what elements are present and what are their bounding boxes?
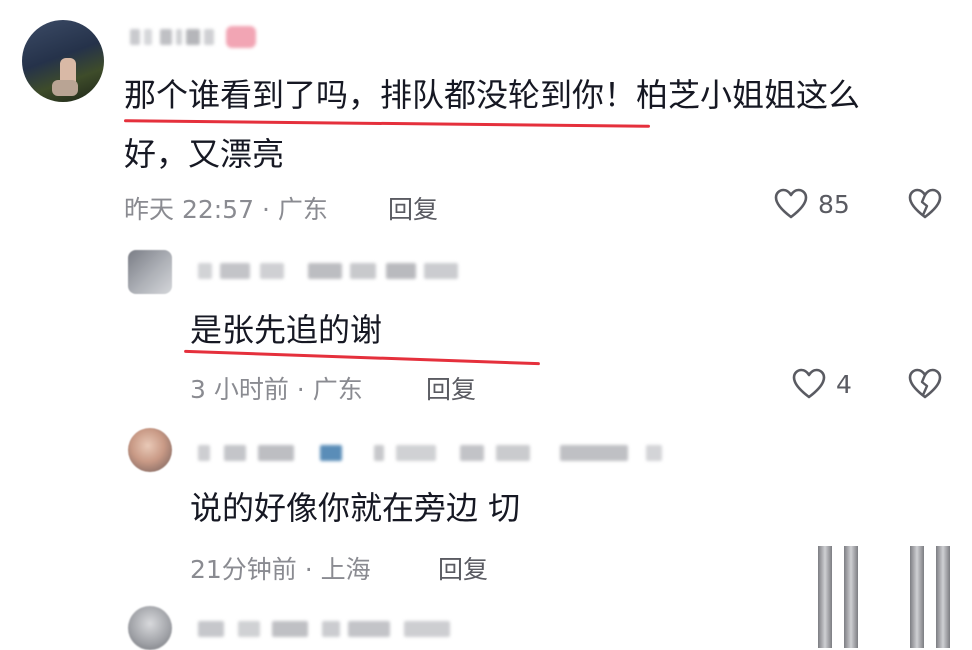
avatar[interactable] <box>22 20 104 102</box>
broken-heart-icon[interactable] <box>908 188 942 220</box>
broken-heart-icon[interactable] <box>908 368 942 400</box>
username-blurred[interactable] <box>130 26 260 48</box>
reply-button[interactable]: 回复 <box>388 190 438 226</box>
avatar[interactable] <box>128 606 172 650</box>
comment-text: 是张先追的谢 <box>190 311 383 349</box>
reply-button[interactable]: 回复 <box>426 370 476 406</box>
heart-icon[interactable] <box>774 188 808 220</box>
comment-text: 说的好像你就在旁边 切 <box>190 489 521 527</box>
username-blurred[interactable] <box>198 618 458 640</box>
username-blurred[interactable] <box>198 442 668 464</box>
heart-icon[interactable] <box>792 368 826 400</box>
reply-button[interactable]: 回复 <box>438 550 488 586</box>
comment-text-line1: 那个谁看到了吗，排队都没轮到你！柏芝小姐姐这么 <box>124 76 861 114</box>
comment-meta: 3 小时前 · 广东 <box>190 375 363 404</box>
comment-meta: 昨天 22:57 · 广东 <box>124 195 328 224</box>
username-blurred[interactable] <box>198 260 460 282</box>
avatar[interactable] <box>128 428 172 472</box>
placeholder-bars <box>818 546 864 648</box>
like-count: 85 <box>818 190 850 219</box>
like-count: 4 <box>836 370 852 399</box>
placeholder-bars <box>910 546 956 648</box>
avatar[interactable] <box>128 250 172 294</box>
comment-text-line2: 好，又漂亮 <box>124 135 285 173</box>
comment-meta: 21分钟前 · 上海 <box>190 555 371 584</box>
